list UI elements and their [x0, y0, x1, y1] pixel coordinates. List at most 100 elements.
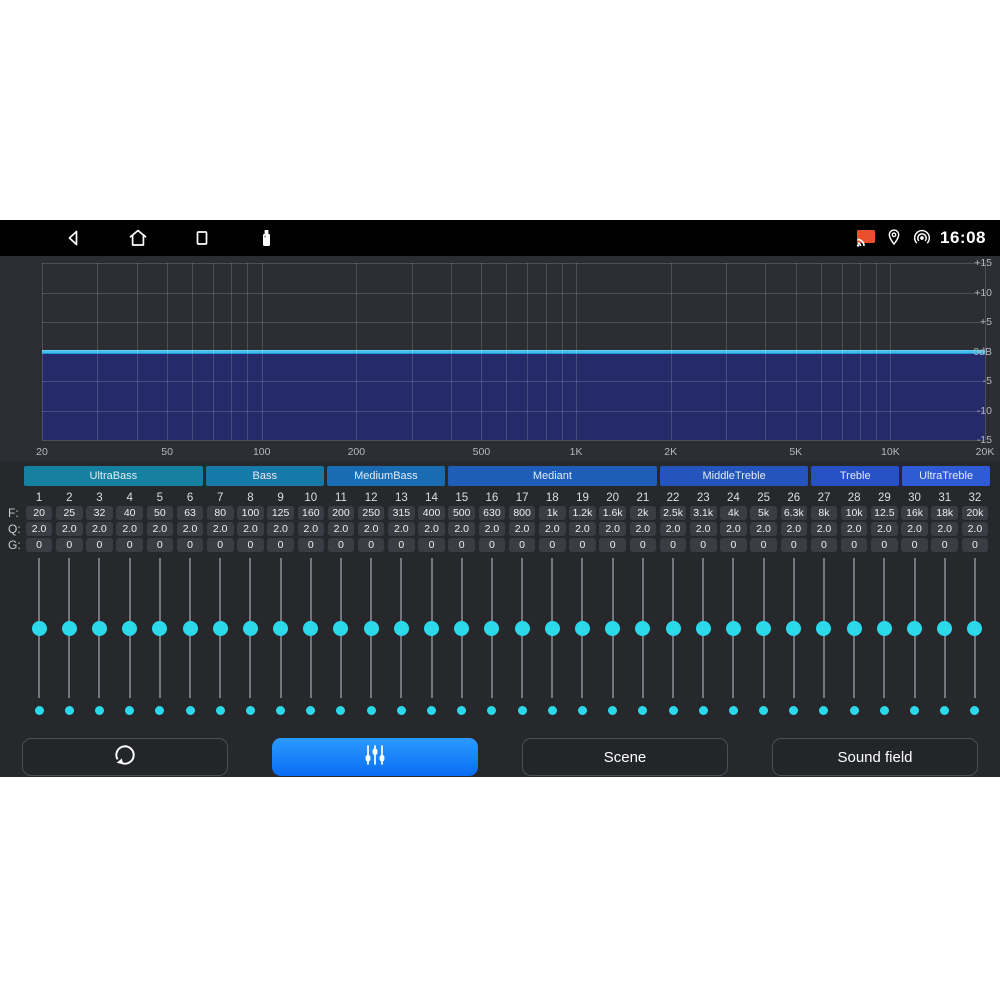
band-group-ultratreble[interactable]: UltraTreble — [902, 466, 990, 486]
band-indicator-dot[interactable] — [35, 706, 44, 715]
band-group-middletreble[interactable]: MiddleTreble — [660, 466, 808, 486]
slider-handle[interactable] — [122, 621, 137, 636]
band-indicator-dot[interactable] — [880, 706, 889, 715]
gain-slider[interactable] — [447, 558, 477, 698]
frequency-value-chip[interactable]: 16k — [901, 506, 928, 520]
gain-value-chip[interactable]: 0 — [931, 538, 958, 552]
q-factor-value-chip[interactable]: 2.0 — [931, 522, 958, 536]
slider-handle[interactable] — [696, 621, 711, 636]
gain-slider[interactable] — [567, 558, 597, 698]
frequency-value-chip[interactable]: 6.3k — [781, 506, 808, 520]
gain-slider[interactable] — [175, 558, 205, 698]
home-icon[interactable] — [126, 226, 150, 250]
band-group-bass[interactable]: Bass — [206, 466, 324, 486]
gain-slider[interactable] — [688, 558, 718, 698]
gain-slider[interactable] — [84, 558, 114, 698]
band-indicator-dot[interactable] — [95, 706, 104, 715]
band-indicator-dot[interactable] — [850, 706, 859, 715]
frequency-value-chip[interactable]: 10k — [841, 506, 868, 520]
frequency-value-chip[interactable]: 18k — [931, 506, 958, 520]
band-indicator-dot[interactable] — [608, 706, 617, 715]
frequency-value-chip[interactable]: 25 — [56, 506, 83, 520]
gain-slider[interactable] — [628, 558, 658, 698]
gain-slider[interactable] — [537, 558, 567, 698]
gain-value-chip[interactable]: 0 — [720, 538, 747, 552]
q-factor-value-chip[interactable]: 2.0 — [539, 522, 566, 536]
band-indicator-dot[interactable] — [638, 706, 647, 715]
slider-handle[interactable] — [635, 621, 650, 636]
slider-handle[interactable] — [575, 621, 590, 636]
frequency-value-chip[interactable]: 315 — [388, 506, 415, 520]
gain-slider[interactable] — [145, 558, 175, 698]
gain-value-chip[interactable]: 0 — [509, 538, 536, 552]
gain-slider[interactable] — [266, 558, 296, 698]
frequency-value-chip[interactable]: 250 — [358, 506, 385, 520]
gain-value-chip[interactable]: 0 — [630, 538, 657, 552]
recents-icon[interactable] — [190, 226, 214, 250]
q-factor-value-chip[interactable]: 2.0 — [298, 522, 325, 536]
band-indicator-dot[interactable] — [548, 706, 557, 715]
band-indicator-dot[interactable] — [65, 706, 74, 715]
gain-value-chip[interactable]: 0 — [207, 538, 234, 552]
gain-slider[interactable] — [356, 558, 386, 698]
q-factor-value-chip[interactable]: 2.0 — [86, 522, 113, 536]
gain-value-chip[interactable]: 0 — [871, 538, 898, 552]
gain-value-chip[interactable]: 0 — [569, 538, 596, 552]
band-indicator-dot[interactable] — [397, 706, 406, 715]
gain-slider[interactable] — [718, 558, 748, 698]
band-group-treble[interactable]: Treble — [811, 466, 899, 486]
band-indicator-dot[interactable] — [759, 706, 768, 715]
q-factor-value-chip[interactable]: 2.0 — [237, 522, 264, 536]
band-indicator-dot[interactable] — [789, 706, 798, 715]
slider-handle[interactable] — [816, 621, 831, 636]
gain-value-chip[interactable]: 0 — [781, 538, 808, 552]
frequency-value-chip[interactable]: 500 — [448, 506, 475, 520]
band-indicator-dot[interactable] — [699, 706, 708, 715]
frequency-value-chip[interactable]: 800 — [509, 506, 536, 520]
frequency-value-chip[interactable]: 40 — [116, 506, 143, 520]
gain-slider[interactable] — [779, 558, 809, 698]
frequency-value-chip[interactable]: 5k — [750, 506, 777, 520]
gain-slider[interactable] — [477, 558, 507, 698]
gain-value-chip[interactable]: 0 — [26, 538, 53, 552]
frequency-value-chip[interactable]: 1.6k — [599, 506, 626, 520]
band-indicator-dot[interactable] — [669, 706, 678, 715]
slider-handle[interactable] — [364, 621, 379, 636]
band-indicator-dot[interactable] — [940, 706, 949, 715]
frequency-value-chip[interactable]: 125 — [267, 506, 294, 520]
slider-handle[interactable] — [756, 621, 771, 636]
gain-value-chip[interactable]: 0 — [599, 538, 626, 552]
frequency-value-chip[interactable]: 80 — [207, 506, 234, 520]
gain-slider[interactable] — [960, 558, 990, 698]
gain-slider[interactable] — [749, 558, 779, 698]
equalizer-button[interactable] — [272, 738, 478, 776]
back-icon[interactable] — [62, 226, 86, 250]
slider-handle[interactable] — [243, 621, 258, 636]
slider-handle[interactable] — [183, 621, 198, 636]
band-indicator-dot[interactable] — [155, 706, 164, 715]
slider-handle[interactable] — [786, 621, 801, 636]
gain-value-chip[interactable]: 0 — [358, 538, 385, 552]
slider-handle[interactable] — [32, 621, 47, 636]
frequency-value-chip[interactable]: 2k — [630, 506, 657, 520]
band-group-mediumbass[interactable]: MediumBass — [327, 466, 445, 486]
band-indicator-dot[interactable] — [578, 706, 587, 715]
gain-slider[interactable] — [598, 558, 628, 698]
q-factor-value-chip[interactable]: 2.0 — [448, 522, 475, 536]
q-factor-value-chip[interactable]: 2.0 — [116, 522, 143, 536]
q-factor-value-chip[interactable]: 2.0 — [358, 522, 385, 536]
frequency-value-chip[interactable]: 8k — [811, 506, 838, 520]
slider-handle[interactable] — [666, 621, 681, 636]
gain-slider[interactable] — [869, 558, 899, 698]
band-indicator-dot[interactable] — [819, 706, 828, 715]
sound-field-button[interactable]: Sound field — [772, 738, 978, 776]
q-factor-value-chip[interactable]: 2.0 — [660, 522, 687, 536]
q-factor-value-chip[interactable]: 2.0 — [962, 522, 989, 536]
slider-handle[interactable] — [333, 621, 348, 636]
gain-value-chip[interactable]: 0 — [237, 538, 264, 552]
frequency-value-chip[interactable]: 3.1k — [690, 506, 717, 520]
q-factor-value-chip[interactable]: 2.0 — [811, 522, 838, 536]
gain-value-chip[interactable]: 0 — [660, 538, 687, 552]
slider-handle[interactable] — [484, 621, 499, 636]
band-indicator-dot[interactable] — [457, 706, 466, 715]
